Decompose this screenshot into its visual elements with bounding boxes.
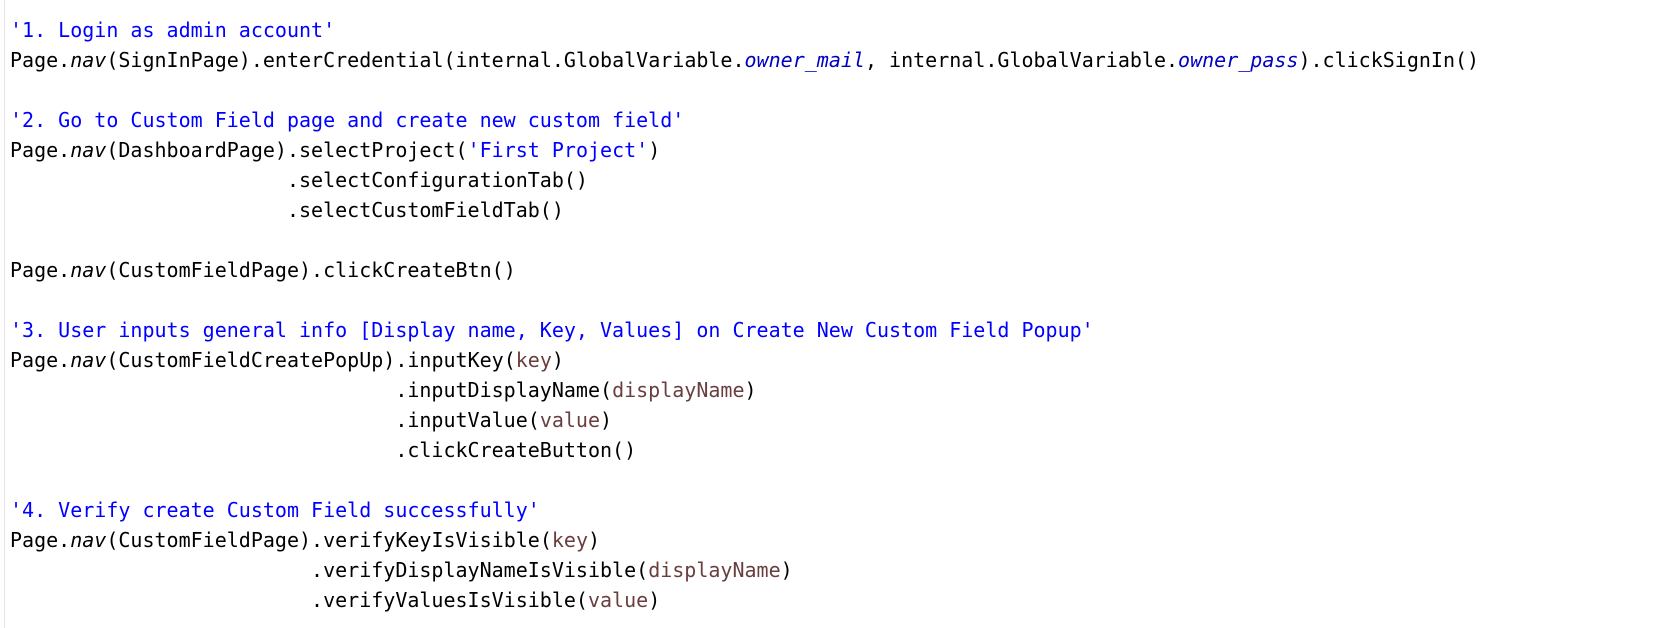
code-comment: '4. Verify create Custom Field successfu… [10, 498, 540, 522]
code-comment: '1. Login as admin account' [10, 18, 336, 42]
code-token: Page. [10, 528, 71, 552]
code-variable: displayName [648, 558, 781, 582]
code-line[interactable]: '2. Go to Custom Field page and create n… [10, 105, 1479, 135]
code-line[interactable]: .selectConfigurationTab() [10, 165, 1479, 195]
code-token: .inputValue( [10, 408, 540, 432]
code-token: .clickCreateButton() [10, 438, 637, 462]
code-token: ) [780, 558, 793, 582]
code-method: nav [70, 528, 107, 552]
code-string: 'First Project' [467, 138, 649, 162]
code-variable: value [587, 588, 649, 612]
code-token: ) [600, 408, 613, 432]
code-token: Page. [10, 48, 71, 72]
code-variable: value [539, 408, 601, 432]
code-token: Page. [10, 348, 71, 372]
code-line[interactable] [10, 225, 1479, 255]
code-variable: key [551, 528, 588, 552]
code-line[interactable]: .inputValue(value) [10, 405, 1479, 435]
code-area[interactable]: '1. Login as admin account' Page.nav(Sign… [10, 15, 1479, 615]
code-method: nav [70, 258, 107, 282]
code-token: ) [551, 348, 564, 372]
code-line[interactable]: .verifyDisplayNameIsVisible(displayName) [10, 555, 1479, 585]
code-token: ) [588, 528, 601, 552]
code-token: (CustomFieldPage).clickCreateBtn() [106, 258, 516, 282]
code-token: (SignInPage).enterCredential(internal.Gl… [106, 48, 745, 72]
code-token: , internal.GlobalVariable. [864, 48, 1179, 72]
code-line[interactable]: Page.nav(SignInPage).enterCredential(int… [10, 45, 1479, 75]
editor-gutter-divider [4, 0, 5, 628]
code-line[interactable]: '4. Verify create Custom Field successfu… [10, 495, 1479, 525]
code-token: Page. [10, 258, 71, 282]
code-token: Page. [10, 138, 71, 162]
code-token: ) [648, 588, 661, 612]
code-line[interactable] [10, 465, 1479, 495]
code-token: (CustomFieldPage).verifyKeyIsVisible( [106, 528, 552, 552]
code-token: .selectCustomFieldTab() [10, 198, 564, 222]
code-line[interactable]: Page.nav(CustomFieldCreatePopUp).inputKe… [10, 345, 1479, 375]
code-token: (DashboardPage).selectProject( [106, 138, 468, 162]
code-token: ) [744, 378, 757, 402]
code-line[interactable]: '3. User inputs general info [Display na… [10, 315, 1479, 345]
code-comment: '3. User inputs general info [Display na… [10, 318, 1094, 342]
code-editor[interactable]: '1. Login as admin account' Page.nav(Sign… [0, 0, 1672, 628]
code-line[interactable]: Page.nav(DashboardPage).selectProject('F… [10, 135, 1479, 165]
code-line[interactable] [10, 75, 1479, 105]
code-token: .inputDisplayName( [10, 378, 613, 402]
code-line[interactable]: .verifyValuesIsVisible(value) [10, 585, 1479, 615]
code-field: owner_pass [1178, 48, 1299, 72]
code-token: (CustomFieldCreatePopUp).inputKey( [106, 348, 516, 372]
code-token: .verifyValuesIsVisible( [10, 588, 588, 612]
code-line[interactable]: Page.nav(CustomFieldPage).clickCreateBtn… [10, 255, 1479, 285]
code-line[interactable]: .clickCreateButton() [10, 435, 1479, 465]
code-comment: '2. Go to Custom Field page and create n… [10, 108, 685, 132]
code-token: .verifyDisplayNameIsVisible( [10, 558, 649, 582]
code-line[interactable]: .inputDisplayName(displayName) [10, 375, 1479, 405]
code-method: nav [70, 348, 107, 372]
code-line[interactable]: Page.nav(CustomFieldPage).verifyKeyIsVis… [10, 525, 1479, 555]
code-variable: key [515, 348, 552, 372]
code-token: ).clickSignIn() [1298, 48, 1480, 72]
code-token: .selectConfigurationTab() [10, 168, 588, 192]
code-line[interactable] [10, 285, 1479, 315]
code-method: nav [70, 48, 107, 72]
code-line[interactable]: '1. Login as admin account' [10, 15, 1479, 45]
code-token: ) [648, 138, 661, 162]
code-line[interactable]: .selectCustomFieldTab() [10, 195, 1479, 225]
code-field: owner_mail [744, 48, 865, 72]
code-method: nav [70, 138, 107, 162]
code-variable: displayName [612, 378, 745, 402]
